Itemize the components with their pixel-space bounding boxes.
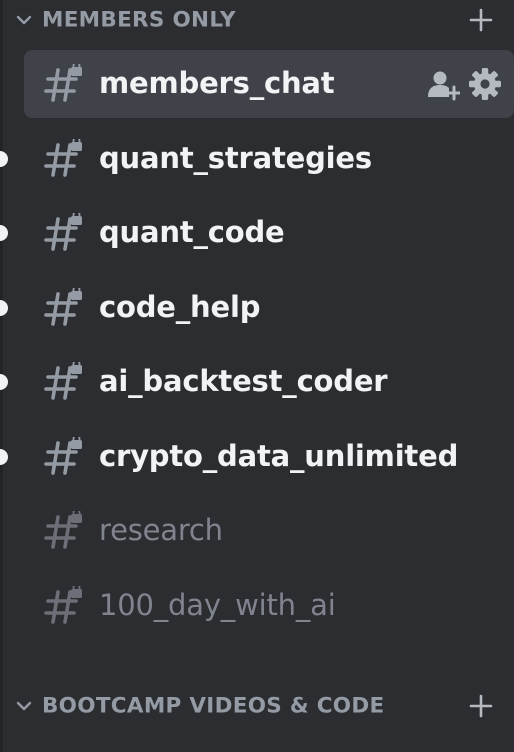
unread-indicator — [0, 299, 8, 316]
channel-name: ai_backtest_coder — [99, 363, 388, 398]
locked-hash-icon — [44, 64, 82, 102]
channel-name: crypto_data_unlimited — [99, 438, 459, 473]
channel-research[interactable]: research — [24, 497, 514, 565]
channel-quant-strategies[interactable]: quant_strategies — [24, 125, 514, 193]
locked-hash-icon — [44, 585, 82, 624]
category-bootcamp-videos-code[interactable]: BOOTCAMP VIDEOS & CODE — [0, 686, 514, 726]
locked-hash-icon — [44, 362, 82, 400]
channel-name: quant_code — [99, 214, 285, 249]
category-label: BOOTCAMP VIDEOS & CODE — [42, 693, 385, 719]
channel-name: 100_day_with_ai — [99, 587, 336, 622]
create-channel-plus-icon[interactable] — [468, 7, 494, 33]
add-member-icon[interactable] — [426, 67, 460, 101]
unread-indicator — [0, 448, 8, 465]
channel-ai-backtest-coder[interactable]: ai_backtest_coder — [24, 348, 514, 416]
channel-name: research — [99, 512, 223, 547]
locked-hash-icon — [44, 511, 82, 549]
unread-indicator — [0, 150, 8, 167]
channel-name: members_chat — [99, 65, 335, 100]
gear-icon[interactable] — [468, 67, 502, 101]
locked-hash-icon — [44, 436, 82, 475]
channel-crypto-data-unlimited[interactable]: crypto_data_unlimited — [24, 423, 514, 491]
channel-actions — [426, 67, 502, 101]
category-label: MEMBERS ONLY — [42, 7, 236, 33]
channel-members-chat[interactable]: members_chat — [24, 50, 514, 118]
channel-name: quant_strategies — [99, 140, 372, 175]
channel-name: code_help — [99, 289, 261, 324]
unread-indicator — [0, 225, 8, 241]
channel-code-help[interactable]: code_help — [24, 274, 514, 342]
locked-hash-icon — [44, 287, 82, 326]
chevron-down-icon — [16, 15, 32, 25]
channel-quant-code[interactable]: quant_code — [24, 199, 514, 267]
locked-hash-icon — [44, 213, 82, 251]
create-channel-plus-icon[interactable] — [468, 693, 494, 719]
channel-100-day-with-ai[interactable]: 100_day_with_ai — [24, 572, 514, 640]
channel-sidebar: MEMBERS ONLY BOOTCAMP VIDEOS & CODE memb… — [0, 0, 514, 752]
unread-indicator — [0, 374, 8, 390]
chevron-down-icon — [16, 701, 32, 711]
category-members-only[interactable]: MEMBERS ONLY — [0, 0, 514, 40]
locked-hash-icon — [44, 138, 82, 177]
